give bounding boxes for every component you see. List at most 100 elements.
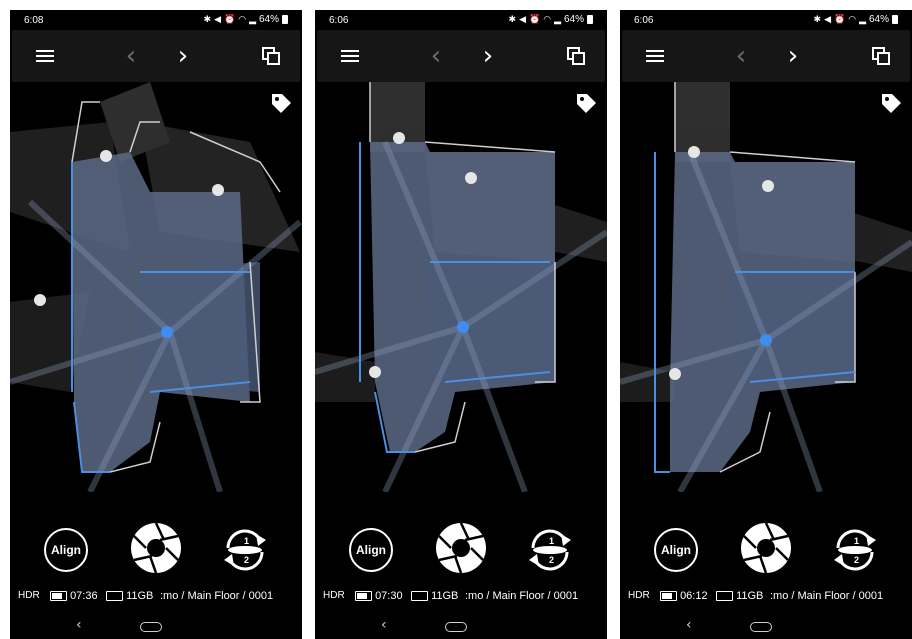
top-toolbar: ‹ › <box>622 30 910 82</box>
hamburger-menu-icon[interactable] <box>337 42 363 70</box>
mute-icon: ◀ <box>214 14 221 24</box>
wifi-icon: ◠ <box>238 14 247 24</box>
battery-icon <box>282 15 288 24</box>
signal-icon: ▂ <box>554 14 561 24</box>
tag-icon[interactable] <box>270 92 292 114</box>
chevron-right-icon[interactable]: › <box>170 42 196 70</box>
nav-home-icon[interactable] <box>140 622 162 632</box>
info-bar: HDR 07:30 11GB :mo / Main Floor / 0001 <box>315 590 607 606</box>
storage: 11GB <box>106 590 153 602</box>
battery-percent: 64% <box>868 14 889 25</box>
camera-shutter-icon[interactable] <box>130 522 182 574</box>
phone-screen-2: 6:06 ✱ ◀ ⏰ ◠ ▂ 64% ‹ › Align 1 2 HDR 07:… <box>315 10 607 639</box>
status-icons: ✱ ◀ ⏰ ◠ ▂ 64% <box>814 14 898 25</box>
cycle-1-2-icon[interactable]: 1 2 <box>830 526 880 574</box>
battery-icon <box>587 15 593 24</box>
hamburger-menu-icon[interactable] <box>32 42 58 70</box>
cycle-1-2-icon[interactable]: 1 2 <box>220 526 270 574</box>
battery-icon <box>892 15 898 24</box>
status-time: 6:06 <box>329 15 349 26</box>
nav-back-icon[interactable]: ‹ <box>76 617 82 633</box>
alarm-icon: ⏰ <box>528 14 541 24</box>
storage-icon <box>716 591 733 602</box>
alarm-icon: ⏰ <box>833 14 846 24</box>
info-bar: HDR 06:12 11GB :mo / Main Floor / 0001 <box>620 590 912 606</box>
top-toolbar: ‹ › <box>317 30 605 82</box>
battery-time: 07:36 <box>50 590 98 602</box>
android-nav-bar: ‹ <box>315 614 607 639</box>
copy-icon[interactable] <box>563 42 589 70</box>
chevron-left-icon[interactable]: ‹ <box>728 42 754 70</box>
info-bar: HDR 07:36 11GB :mo / Main Floor / 0001 <box>10 590 302 606</box>
cycle-number-top: 1 <box>244 536 249 546</box>
storage: 11GB <box>716 590 763 602</box>
bluetooth-icon: ✱ <box>508 14 517 24</box>
nav-home-icon[interactable] <box>750 622 772 632</box>
bluetooth-icon: ✱ <box>813 14 822 24</box>
nav-back-icon[interactable]: ‹ <box>381 617 387 633</box>
tag-icon[interactable] <box>575 92 597 114</box>
cycle-number-bottom: 2 <box>854 555 859 565</box>
tag-icon[interactable] <box>880 92 902 114</box>
status-bar: 6:08 ✱ ◀ ⏰ ◠ ▂ 64% <box>10 10 302 30</box>
copy-icon[interactable] <box>868 42 894 70</box>
copy-icon[interactable] <box>258 42 284 70</box>
chevron-right-icon[interactable]: › <box>780 42 806 70</box>
align-button[interactable]: Align <box>44 528 88 572</box>
status-icons: ✱ ◀ ⏰ ◠ ▂ 64% <box>204 14 288 25</box>
wifi-icon: ◠ <box>543 14 552 24</box>
scan-map[interactable] <box>10 82 302 492</box>
signal-icon: ▂ <box>859 14 866 24</box>
cycle-1-2-icon[interactable]: 1 2 <box>525 526 575 574</box>
align-button[interactable]: Align <box>349 528 393 572</box>
top-toolbar: ‹ › <box>12 30 300 82</box>
capture-controls: Align 1 2 <box>315 522 607 582</box>
hamburger-menu-icon[interactable] <box>642 42 668 70</box>
cycle-number-top: 1 <box>854 536 859 546</box>
bluetooth-icon: ✱ <box>203 14 212 24</box>
cycle-number-bottom: 2 <box>549 555 554 565</box>
battery-level-icon <box>50 591 67 602</box>
mute-icon: ◀ <box>824 14 831 24</box>
battery-level-icon <box>355 591 372 602</box>
signal-icon: ▂ <box>249 14 256 24</box>
battery-time: 06:12 <box>660 590 708 602</box>
capture-controls: Align 1 2 <box>620 522 912 582</box>
android-nav-bar: ‹ <box>620 614 912 639</box>
scan-map[interactable] <box>620 82 912 492</box>
nav-back-icon[interactable]: ‹ <box>686 617 692 633</box>
hdr-label: HDR <box>323 590 345 601</box>
phone-screen-1: 6:08 ✱ ◀ ⏰ ◠ ▂ 64% ‹ › Align 1 2 HDR 07:… <box>10 10 302 639</box>
cycle-number-bottom: 2 <box>244 555 249 565</box>
breadcrumb-path[interactable]: :mo / Main Floor / 0001 <box>770 590 883 602</box>
storage-icon <box>106 591 123 602</box>
battery-level-icon <box>660 591 677 602</box>
nav-home-icon[interactable] <box>445 622 467 632</box>
chevron-left-icon[interactable]: ‹ <box>118 42 144 70</box>
align-button[interactable]: Align <box>654 528 698 572</box>
camera-shutter-icon[interactable] <box>435 522 487 574</box>
breadcrumb-path[interactable]: :mo / Main Floor / 0001 <box>465 590 578 602</box>
hdr-label: HDR <box>18 590 40 601</box>
battery-percent: 64% <box>258 14 279 25</box>
status-icons: ✱ ◀ ⏰ ◠ ▂ 64% <box>509 14 593 25</box>
phone-screen-3: 6:06 ✱ ◀ ⏰ ◠ ▂ 64% ‹ › Align 1 2 HDR 06:… <box>620 10 912 639</box>
status-bar: 6:06 ✱ ◀ ⏰ ◠ ▂ 64% <box>620 10 912 30</box>
alarm-icon: ⏰ <box>223 14 236 24</box>
chevron-left-icon[interactable]: ‹ <box>423 42 449 70</box>
camera-shutter-icon[interactable] <box>740 522 792 574</box>
battery-percent: 64% <box>563 14 584 25</box>
wifi-icon: ◠ <box>848 14 857 24</box>
cycle-number-top: 1 <box>549 536 554 546</box>
mute-icon: ◀ <box>519 14 526 24</box>
hdr-label: HDR <box>628 590 650 601</box>
status-time: 6:06 <box>634 15 654 26</box>
android-nav-bar: ‹ <box>10 614 302 639</box>
capture-controls: Align 1 2 <box>10 522 302 582</box>
chevron-right-icon[interactable]: › <box>475 42 501 70</box>
breadcrumb-path[interactable]: :mo / Main Floor / 0001 <box>160 590 273 602</box>
status-bar: 6:06 ✱ ◀ ⏰ ◠ ▂ 64% <box>315 10 607 30</box>
storage-icon <box>411 591 428 602</box>
scan-map[interactable] <box>315 82 607 492</box>
storage: 11GB <box>411 590 458 602</box>
